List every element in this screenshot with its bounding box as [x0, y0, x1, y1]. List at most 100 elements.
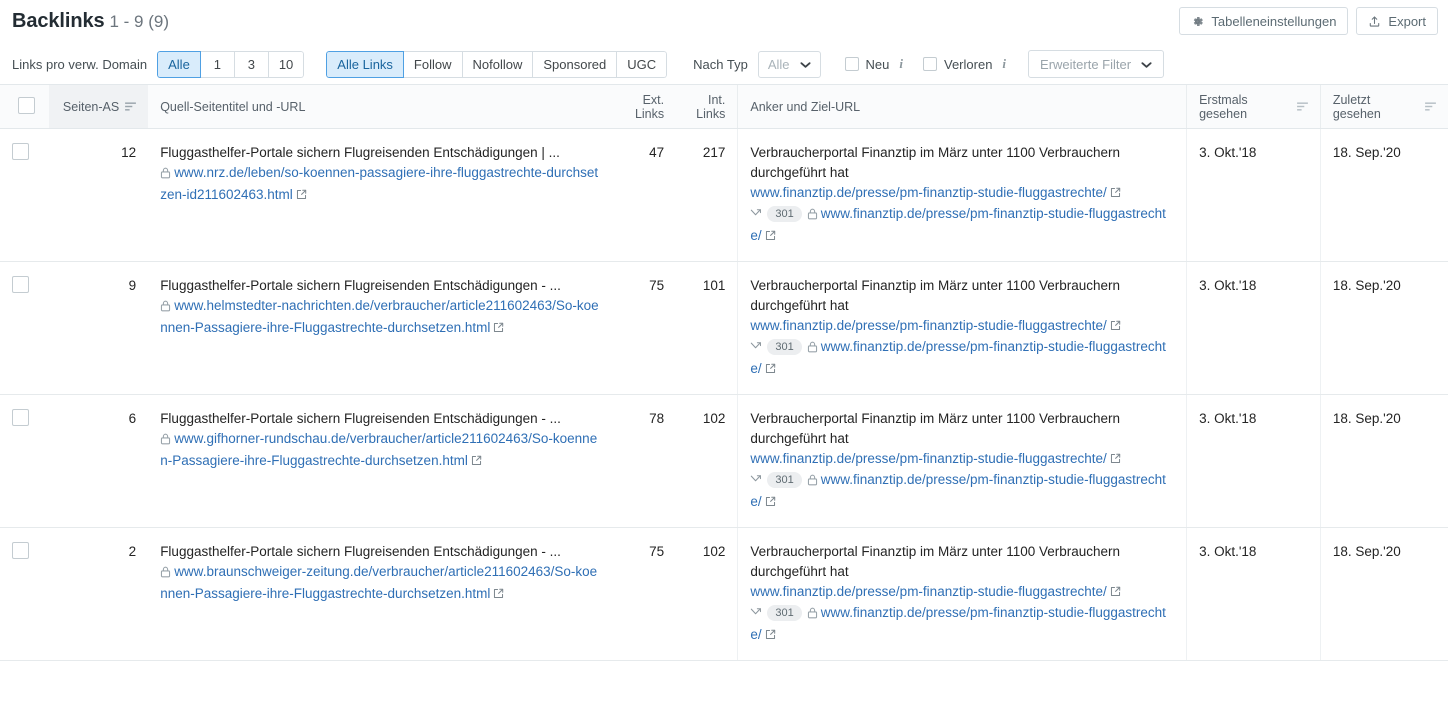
links-per-domain-option-alle[interactable]: Alle [157, 50, 201, 78]
external-link-icon[interactable] [765, 360, 776, 380]
chevron-down-icon [799, 57, 811, 72]
export-button[interactable]: Export [1356, 7, 1438, 35]
target-url[interactable]: www.finanztip.de/presse/pm-finanztip-stu… [750, 584, 1106, 599]
link-type-option-nofollow[interactable]: Nofollow [462, 50, 534, 78]
source-url[interactable]: www.nrz.de/leben/so-koennen-passagiere-i… [160, 165, 598, 202]
row-checkbox-icon[interactable] [12, 409, 29, 426]
link-type-option-follow[interactable]: Follow [403, 50, 463, 78]
external-link-icon[interactable] [296, 186, 307, 206]
row-checkbox-icon[interactable] [12, 143, 29, 160]
page-header: Backlinks 1 - 9 (9) Tabelleneinstellungen… [0, 0, 1448, 44]
target-url[interactable]: www.finanztip.de/presse/pm-finanztip-stu… [750, 451, 1106, 466]
new-info-icon[interactable]: i [899, 56, 903, 72]
table-settings-button[interactable]: Tabelleneinstellungen [1179, 7, 1349, 35]
cell-last-seen: 18. Sep.'20 [1319, 394, 1448, 528]
advanced-filter-label: Erweiterte Filter [1040, 56, 1132, 72]
table-row: 12 Fluggasthelfer-Portale sichern Flugre… [0, 128, 1448, 262]
gear-icon [1191, 15, 1204, 28]
links-per-domain-option-10[interactable]: 10 [268, 50, 305, 78]
links-per-domain-option-3[interactable]: 3 [234, 50, 269, 78]
page-title: Backlinks [12, 10, 105, 32]
sort-icon[interactable] [1296, 100, 1308, 114]
anchor-text: Verbraucherportal Finanztip im März unte… [750, 145, 1121, 180]
link-type-option-sponsored[interactable]: Sponsored [533, 50, 618, 78]
header-int-links-label: Int. Links [696, 92, 726, 121]
links-per-domain-label: Links pro verw. Domain [12, 56, 148, 72]
external-link-icon[interactable] [765, 493, 776, 513]
header-source: Quell-Seitentitel und -URL [148, 84, 617, 129]
cell-last-seen: 18. Sep.'20 [1319, 527, 1448, 661]
external-link-icon[interactable] [765, 626, 776, 646]
lock-icon [160, 298, 171, 318]
cell-first-seen: 3. Okt.'18 [1186, 128, 1321, 262]
redirect-arrow-icon [750, 339, 762, 359]
table-header-row: Seiten-AS Quell-Seitentitel und -URL Ext… [0, 84, 1448, 129]
cell-page-as: 2 [49, 527, 149, 661]
sort-icon[interactable] [125, 100, 137, 114]
external-link-icon[interactable] [765, 227, 776, 247]
source-title: Fluggasthelfer-Portale sichern Flugreise… [160, 411, 561, 426]
redirect-line: 301 www.finanztip.de/presse/pm-finanztip-… [750, 337, 1174, 380]
checkbox-icon[interactable] [844, 57, 859, 71]
cell-anchor: Verbraucherportal Finanztip im März unte… [737, 261, 1187, 395]
link-type-option-alle-links[interactable]: Alle Links [326, 50, 404, 78]
external-link-icon[interactable] [493, 585, 504, 605]
source-title: Fluggasthelfer-Portale sichern Flugreise… [160, 278, 561, 293]
header-page-as[interactable]: Seiten-AS [49, 84, 149, 129]
redirect-line: 301 www.finanztip.de/presse/pm-finanztip-… [750, 470, 1174, 513]
header-last-seen[interactable]: Zuletzt gesehen [1319, 84, 1448, 129]
row-checkbox-icon[interactable] [12, 276, 29, 293]
advanced-filter-button[interactable]: Erweiterte Filter [1028, 50, 1165, 78]
lock-icon [160, 564, 171, 584]
header-last-seen-label: Zuletzt gesehen [1332, 92, 1381, 121]
cell-source: Fluggasthelfer-Portale sichern Flugreise… [148, 394, 617, 528]
header-anchor-label: Anker und Ziel-URL [750, 99, 861, 114]
cell-anchor: Verbraucherportal Finanztip im März unte… [737, 527, 1187, 661]
external-link-icon[interactable] [1110, 450, 1121, 470]
external-link-icon[interactable] [471, 452, 482, 472]
header-source-label: Quell-Seitentitel und -URL [160, 99, 306, 114]
lost-info-icon[interactable]: i [1002, 56, 1006, 72]
external-link-icon[interactable] [1110, 317, 1121, 337]
external-link-icon[interactable] [1110, 583, 1121, 603]
row-checkbox-icon[interactable] [12, 542, 29, 559]
select-all-checkbox-icon[interactable] [18, 96, 35, 114]
target-url[interactable]: www.finanztip.de/presse/pm-finanztip-stu… [750, 185, 1106, 200]
cell-ext-links: 75 [616, 527, 677, 661]
lock-icon [807, 206, 818, 226]
links-per-domain-group: Alle 1 3 10 [157, 50, 305, 78]
cell-page-as: 6 [49, 394, 149, 528]
lock-icon [160, 165, 171, 185]
lost-filter-checkbox[interactable]: Verloren [923, 57, 992, 72]
header-actions: Tabelleneinstellungen Export [1179, 7, 1438, 35]
lock-icon [160, 431, 171, 451]
cell-first-seen: 3. Okt.'18 [1186, 527, 1321, 661]
header-select-all[interactable] [0, 84, 50, 129]
cell-first-seen: 3. Okt.'18 [1186, 261, 1321, 395]
anchor-text: Verbraucherportal Finanztip im März unte… [750, 544, 1121, 579]
source-url[interactable]: www.gifhorner-rundschau.de/verbraucher/a… [160, 431, 597, 468]
row-select-cell[interactable] [0, 394, 50, 528]
row-select-cell[interactable] [0, 527, 50, 661]
cell-anchor: Verbraucherportal Finanztip im März unte… [737, 128, 1187, 262]
by-type-select[interactable]: Alle [757, 50, 821, 78]
header-first-seen[interactable]: Erstmals gesehen [1186, 84, 1321, 129]
checkbox-icon[interactable] [923, 57, 937, 71]
external-link-icon[interactable] [1110, 184, 1121, 204]
cell-source: Fluggasthelfer-Portale sichern Flugreise… [148, 128, 617, 262]
chevron-down-icon [1141, 57, 1152, 72]
link-type-option-ugc[interactable]: UGC [617, 50, 668, 78]
links-per-domain-option-1[interactable]: 1 [200, 50, 235, 78]
target-url[interactable]: www.finanztip.de/presse/pm-finanztip-stu… [750, 318, 1106, 333]
sort-icon[interactable] [1425, 100, 1436, 114]
cell-anchor: Verbraucherportal Finanztip im März unte… [737, 394, 1187, 528]
filter-bar: Links pro verw. Domain Alle 1 3 10 Alle … [0, 44, 1448, 84]
source-url[interactable]: www.braunschweiger-zeitung.de/verbrauche… [160, 564, 597, 601]
row-select-cell[interactable] [0, 261, 50, 395]
lock-icon [807, 472, 818, 492]
external-link-icon[interactable] [493, 319, 504, 339]
source-url[interactable]: www.helmstedter-nachrichten.de/verbrauch… [160, 298, 599, 335]
lock-icon [807, 605, 818, 625]
new-filter-checkbox[interactable]: Neu [844, 57, 889, 72]
row-select-cell[interactable] [0, 128, 50, 262]
